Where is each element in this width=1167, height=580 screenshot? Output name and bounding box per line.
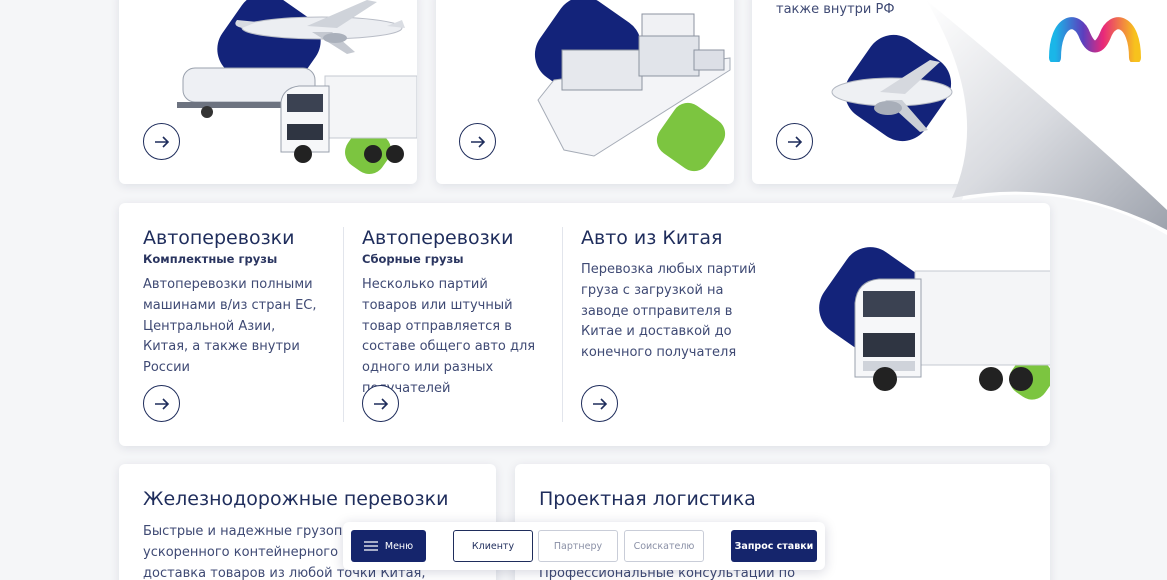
airplane-icon (235, 0, 405, 54)
auto-china-description: Перевозка любых партий груза с загрузкой… (581, 262, 757, 361)
partner-button[interactable]: Партнеру (538, 530, 618, 562)
client-button[interactable]: Клиенту (453, 530, 533, 562)
arrow-right-icon (373, 397, 388, 410)
arrow-right-icon (592, 397, 607, 410)
auto-ftl-title[interactable]: Автоперевозки (143, 227, 295, 249)
sea-arrow-button[interactable] (459, 123, 496, 160)
service-card-sea[interactable] (436, 0, 734, 184)
arrow-right-icon (470, 135, 485, 148)
auto-china-title[interactable]: Авто из Китая (581, 227, 722, 249)
menu-button-label: Меню (384, 540, 414, 552)
logo-m-icon (1049, 17, 1141, 62)
auto-ltl-title[interactable]: Автоперевозки (362, 227, 514, 249)
request-rate-button[interactable]: Запрос ставки (731, 530, 817, 562)
arrow-right-icon (787, 135, 802, 148)
auto-ftl-description: Автоперевозки полными машинами в/из стра… (143, 277, 317, 376)
column-divider (343, 227, 344, 422)
applicant-button[interactable]: Соискателю (624, 530, 704, 562)
ship-icon (537, 13, 731, 157)
auto-ftl-subtitle: Комплектные грузы (143, 252, 278, 266)
bottom-toolbar: Меню Клиенту Партнеру Соискателю Запрос … (343, 522, 825, 570)
auto-ltl-subtitle: Сборные грузы (362, 252, 464, 266)
arrow-right-icon (154, 397, 169, 410)
auto-ftl-arrow-button[interactable] (143, 385, 180, 422)
service-card-auto: Автоперевозки Комплектные грузы Автопере… (119, 203, 1050, 446)
air-arrow-button[interactable] (776, 123, 813, 160)
hamburger-icon (363, 541, 378, 551)
auto-ltl-description: Несколько партий товаров или штучный тов… (362, 277, 536, 396)
auto-china-arrow-button[interactable] (581, 385, 618, 422)
menu-button[interactable]: Меню (351, 530, 426, 562)
truck-icon (280, 75, 417, 163)
air-card-text: также внутри РФ (776, 2, 895, 17)
column-divider (562, 227, 563, 422)
rail-title[interactable]: Железнодорожные перевозки (143, 488, 448, 510)
air-auto-arrow-button[interactable] (143, 123, 180, 160)
auto-ltl-arrow-button[interactable] (362, 385, 399, 422)
truck-icon (854, 270, 1050, 391)
service-card-air-auto[interactable] (119, 0, 417, 184)
arrow-right-icon (154, 135, 169, 148)
project-title[interactable]: Проектная логистика (539, 488, 756, 510)
